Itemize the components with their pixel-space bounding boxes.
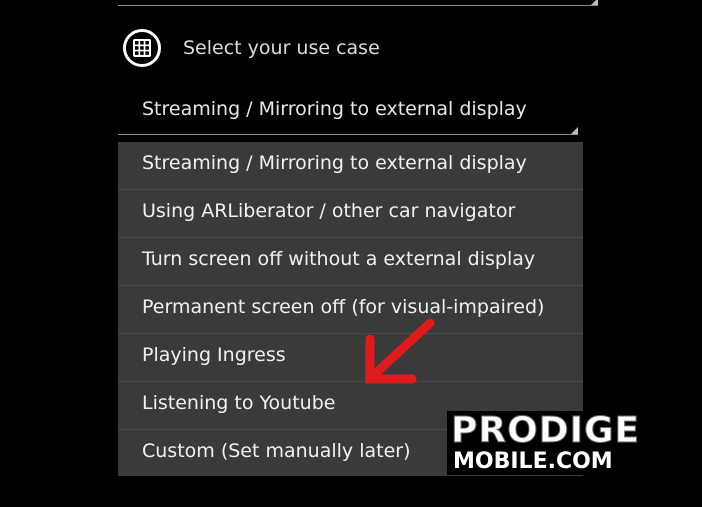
option-label: Listening to Youtube <box>142 392 336 414</box>
option-label: Playing Ingress <box>142 344 286 366</box>
option-screen-off-no-display[interactable]: Turn screen off without a external displ… <box>118 238 583 286</box>
previous-field[interactable] <box>118 0 598 6</box>
use-case-header: Select your use case <box>122 28 582 68</box>
app-grid-icon <box>123 29 161 67</box>
option-playing-ingress[interactable]: Playing Ingress <box>118 334 583 382</box>
option-label: Turn screen off without a external displ… <box>142 248 536 270</box>
spinner-dropdown-indicator <box>571 127 578 134</box>
spinner-selected-value: Streaming / Mirroring to external displa… <box>142 98 527 120</box>
option-arliberator[interactable]: Using ARLiberator / other car navigator <box>118 190 583 238</box>
option-label: Permanent screen off (for visual-impaire… <box>142 296 545 318</box>
use-case-spinner[interactable]: Streaming / Mirroring to external displa… <box>118 88 578 135</box>
option-permanent-screen-off[interactable]: Permanent screen off (for visual-impaire… <box>118 286 583 334</box>
spinner-corner-indicator <box>591 0 598 5</box>
option-streaming[interactable]: Streaming / Mirroring to external displa… <box>118 142 583 190</box>
logo-line1: PRODIGE <box>450 410 641 451</box>
prodige-mobile-logo: PRODIGE MOBILE.COM <box>447 410 683 475</box>
logo-line2: MOBILE.COM <box>453 449 613 474</box>
use-case-label: Select your use case <box>183 37 380 59</box>
option-label: Streaming / Mirroring to external displa… <box>142 152 527 174</box>
red-arrow-icon <box>365 318 435 384</box>
option-label: Custom (Set manually later) <box>142 440 411 462</box>
option-label: Using ARLiberator / other car navigator <box>142 200 516 222</box>
